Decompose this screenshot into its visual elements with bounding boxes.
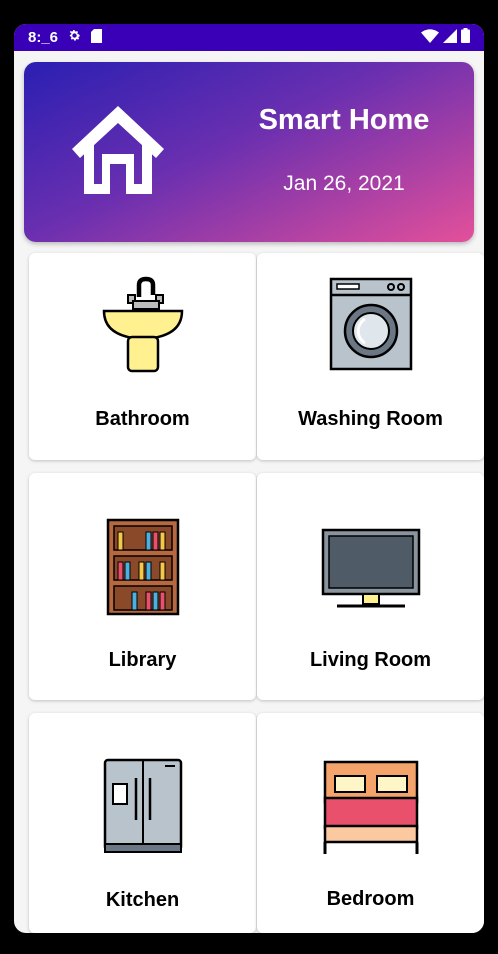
room-card-washing-room[interactable]: Washing Room xyxy=(257,253,484,460)
tv-icon xyxy=(257,528,484,612)
home-icon xyxy=(68,102,168,201)
room-card-bedroom[interactable]: Bedroom xyxy=(257,713,484,933)
navigation-bar xyxy=(14,933,484,954)
room-card-bathroom[interactable]: Bathroom xyxy=(29,253,256,460)
room-label: Bedroom xyxy=(326,888,415,910)
bookshelf-icon xyxy=(29,518,256,618)
room-card-living-room[interactable]: Living Room xyxy=(257,473,484,700)
sink-icon xyxy=(29,275,256,375)
room-label: Library xyxy=(108,649,177,671)
room-label: Kitchen xyxy=(105,889,180,911)
status-time: 8:_6 xyxy=(28,29,59,46)
sd-card-icon xyxy=(91,28,103,47)
bed-icon xyxy=(257,760,484,858)
wifi-icon xyxy=(421,28,439,47)
battery-icon xyxy=(461,28,470,47)
settings-icon xyxy=(67,28,82,47)
room-card-kitchen[interactable]: Kitchen xyxy=(29,713,256,933)
app-title: Smart Home xyxy=(258,104,430,136)
refrigerator-icon xyxy=(29,758,256,858)
washing-machine-icon xyxy=(257,275,484,375)
room-label: Living Room xyxy=(309,649,432,671)
phone-screen: 8:_6 Smart Home Jan 26, 2021 Bathroom Wa… xyxy=(14,24,484,933)
room-label: Bathroom xyxy=(95,408,190,430)
room-label: Washing Room xyxy=(298,408,443,430)
cell-signal-icon xyxy=(443,28,457,47)
current-date: Jan 26, 2021 xyxy=(283,172,405,195)
header-banner: Smart Home Jan 26, 2021 xyxy=(24,62,474,242)
room-card-library[interactable]: Library xyxy=(29,473,256,700)
status-bar: 8:_6 xyxy=(14,24,484,51)
